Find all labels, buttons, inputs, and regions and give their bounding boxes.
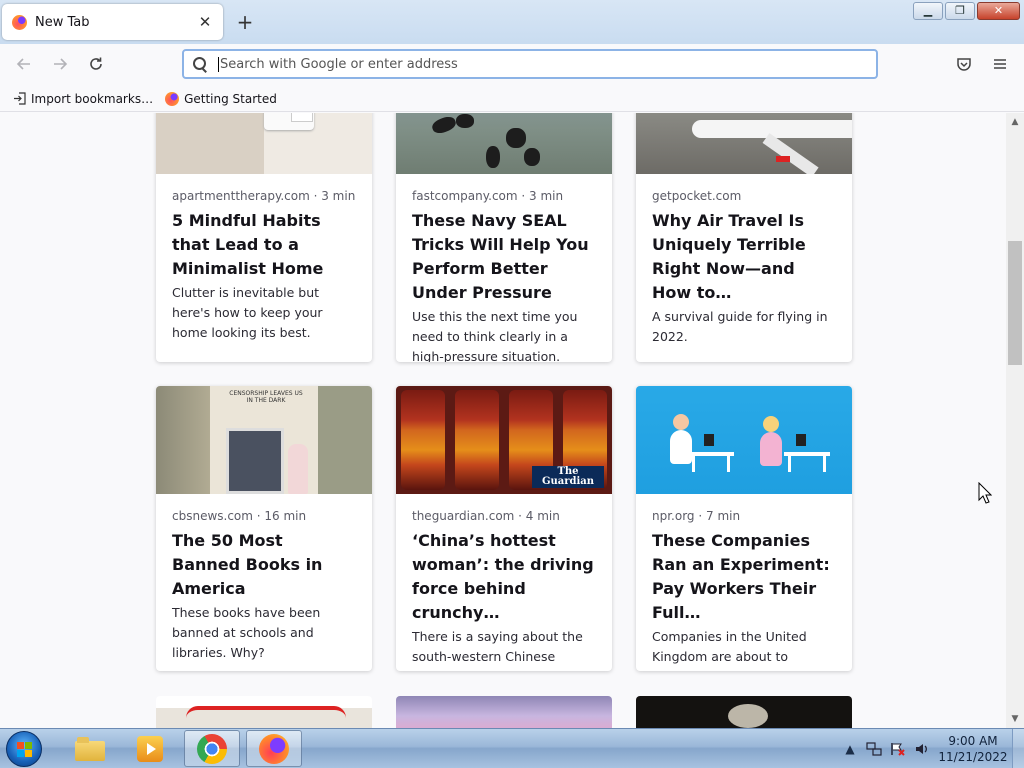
- network-icon[interactable]: [866, 741, 882, 757]
- new-tab-content: apartmenttherapy.com · 3 min 5 Mindful H…: [0, 113, 1006, 728]
- story-excerpt: Use this the next time you need to think…: [412, 309, 578, 362]
- start-button[interactable]: [6, 731, 42, 767]
- minimize-button[interactable]: ▁: [913, 2, 943, 20]
- firefox-icon: [12, 14, 27, 30]
- windows-logo-icon: [17, 742, 33, 758]
- bookmark-label: Getting Started: [184, 91, 277, 106]
- scroll-up-icon[interactable]: ▲: [1010, 117, 1020, 127]
- story-card-partial[interactable]: [396, 696, 612, 728]
- story-headline: These Companies Ran an Experiment: Pay W…: [652, 531, 830, 622]
- story-excerpt: Clutter is inevitable but here's how to …: [172, 285, 323, 340]
- story-source: npr.org · 7 min: [652, 509, 741, 523]
- story-image: [636, 113, 852, 174]
- story-headline: Why Air Travel Is Uniquely Terrible Righ…: [652, 211, 806, 302]
- mural-sign-text: CENSORSHIP LEAVES US IN THE DARK: [229, 390, 303, 404]
- bookmark-import[interactable]: Import bookmarks…: [12, 92, 153, 106]
- scroll-down-icon[interactable]: ▼: [1010, 714, 1020, 724]
- story-card[interactable]: The Guardian theguardian.com · 4 min ‘Ch…: [396, 386, 612, 671]
- story-excerpt: These books have been banned at schools …: [172, 605, 321, 660]
- story-image: [156, 113, 372, 174]
- story-source: apartmenttherapy.com · 3 min: [172, 189, 356, 203]
- story-source: cbsnews.com · 16 min: [172, 509, 307, 523]
- story-image: [636, 386, 852, 494]
- story-excerpt: A survival guide for flying in 2022.: [652, 309, 828, 344]
- story-excerpt: There is a saying about the south-wester…: [412, 629, 586, 671]
- maximize-button[interactable]: ❐: [945, 2, 975, 20]
- vertical-scrollbar[interactable]: ▲ ▼: [1006, 113, 1024, 728]
- navigation-toolbar: [0, 44, 1024, 86]
- story-card[interactable]: npr.org · 7 min These Companies Ran an E…: [636, 386, 852, 671]
- story-headline: 5 Mindful Habits that Lead to a Minimali…: [172, 211, 324, 278]
- story-card[interactable]: CENSORSHIP LEAVES US IN THE DARK cbsnews…: [156, 386, 372, 671]
- pocket-icon[interactable]: [954, 55, 974, 75]
- close-window-button[interactable]: ✕: [977, 2, 1020, 20]
- taskbar-media-player[interactable]: [122, 730, 178, 767]
- story-card[interactable]: getpocket.com Why Air Travel Is Uniquely…: [636, 113, 852, 362]
- show-desktop-button[interactable]: [1012, 729, 1024, 768]
- bookmark-label: Import bookmarks…: [31, 91, 154, 106]
- taskbar-firefox[interactable]: [246, 730, 302, 767]
- firefox-icon: [259, 733, 289, 764]
- clock-date: 11/21/2022: [938, 750, 1008, 764]
- search-icon: [192, 56, 208, 72]
- story-headline: ‘China’s hottest woman’: the driving for…: [412, 531, 594, 622]
- story-source: getpocket.com: [652, 189, 742, 203]
- story-image: CENSORSHIP LEAVES US IN THE DARK: [156, 386, 372, 494]
- story-headline: The 50 Most Banned Books in America: [172, 531, 323, 598]
- tab-new-tab[interactable]: New Tab ✕: [2, 4, 223, 40]
- action-center-icon[interactable]: [890, 741, 906, 757]
- new-tab-button[interactable]: +: [233, 10, 257, 34]
- bookmark-getting-started[interactable]: Getting Started: [165, 91, 277, 106]
- story-source: fastcompany.com · 3 min: [412, 189, 564, 203]
- guardian-watermark: The Guardian: [532, 466, 604, 488]
- story-card-partial[interactable]: [636, 696, 852, 728]
- hamburger-menu-icon[interactable]: [990, 55, 1010, 75]
- story-image: [396, 113, 612, 174]
- back-arrow-icon[interactable]: [14, 55, 34, 75]
- import-icon: [12, 91, 26, 106]
- chrome-icon: [197, 733, 227, 764]
- media-player-icon: [137, 735, 163, 762]
- story-headline: These Navy SEAL Tricks Will Help You Per…: [412, 211, 589, 302]
- story-card-partial[interactable]: [156, 696, 372, 728]
- tab-close-icon[interactable]: ✕: [197, 14, 213, 30]
- tab-title: New Tab: [35, 14, 90, 30]
- address-bar[interactable]: [182, 49, 878, 79]
- taskbar: ▲ 9:00 AM 11/21/2022: [0, 728, 1024, 768]
- story-excerpt: Companies in the United Kingdom are abou…: [652, 629, 814, 671]
- show-hidden-icons-icon[interactable]: ▲: [842, 741, 858, 757]
- clock-time: 9:00 AM: [948, 734, 998, 748]
- system-tray: ▲: [842, 729, 930, 768]
- search-input[interactable]: [218, 56, 876, 72]
- title-bar: New Tab ✕ + ▁ ❐ ✕: [0, 0, 1024, 44]
- folder-icon: [75, 736, 105, 761]
- volume-icon[interactable]: [914, 741, 930, 757]
- story-card[interactable]: apartmenttherapy.com · 3 min 5 Mindful H…: [156, 113, 372, 362]
- taskbar-chrome[interactable]: [184, 730, 240, 767]
- taskbar-clock[interactable]: 9:00 AM 11/21/2022: [938, 733, 1008, 765]
- taskbar-file-explorer[interactable]: [62, 730, 118, 767]
- bookmarks-toolbar: Import bookmarks… Getting Started: [0, 86, 1024, 112]
- window-controls: ▁ ❐ ✕: [913, 2, 1020, 20]
- story-image: The Guardian: [396, 386, 612, 494]
- firefox-icon: [165, 91, 180, 106]
- story-card[interactable]: fastcompany.com · 3 min These Navy SEAL …: [396, 113, 612, 362]
- scrollbar-thumb[interactable]: [1008, 241, 1022, 365]
- forward-arrow-icon[interactable]: [50, 55, 70, 75]
- story-source: theguardian.com · 4 min: [412, 509, 560, 523]
- reload-icon[interactable]: [86, 55, 106, 75]
